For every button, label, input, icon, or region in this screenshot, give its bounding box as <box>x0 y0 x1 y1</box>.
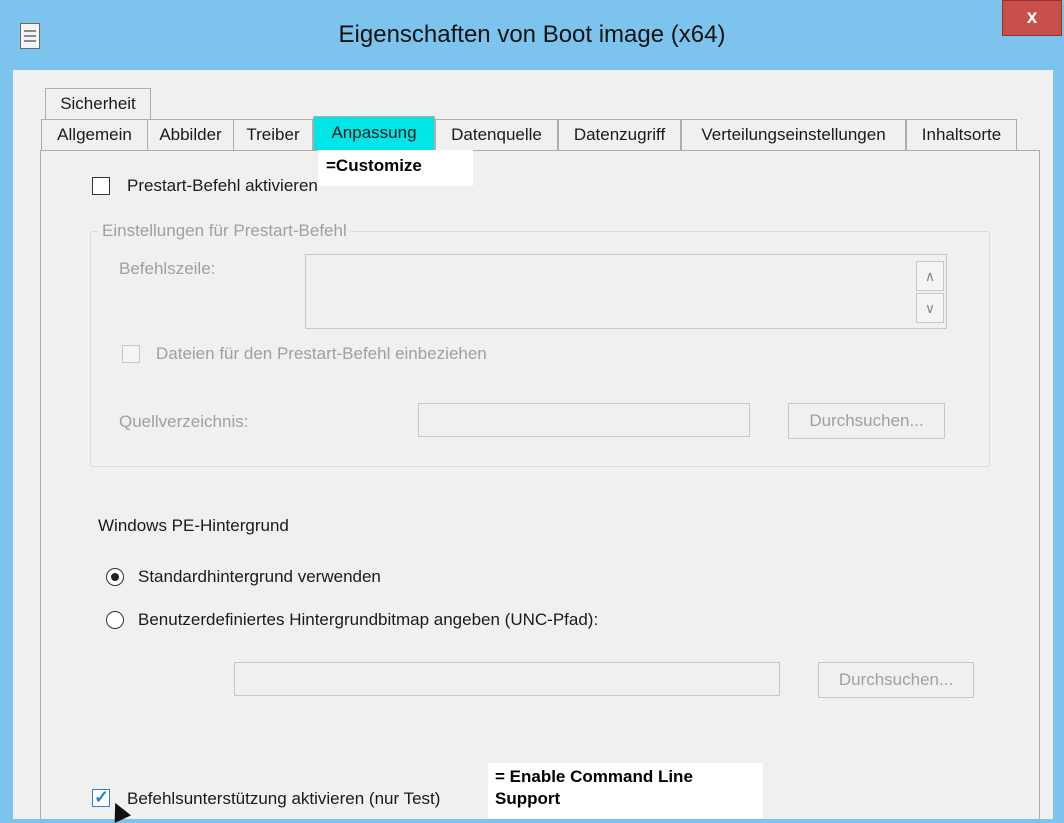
background-section-title: Windows PE-Hintergrund <box>98 516 289 535</box>
annotation-command-line-line1: = Enable Command Line <box>495 767 693 786</box>
tab-verteilungseinstellungen[interactable]: Verteilungseinstellungen <box>681 119 906 150</box>
tab-sicherheit[interactable]: Sicherheit <box>45 88 151 119</box>
tab-anpassung[interactable]: Anpassung <box>313 116 435 150</box>
include-files-label: Dateien für den Prestart-Befehl einbezie… <box>156 344 487 363</box>
tab-inhaltsorte[interactable]: Inhaltsorte <box>906 119 1017 150</box>
annotation-command-line: = Enable Command Line Support <box>488 763 763 819</box>
close-button[interactable]: x <box>1002 0 1062 36</box>
prestart-browse-button[interactable]: Durchsuchen... <box>788 403 945 439</box>
tab-datenquelle[interactable]: Datenquelle <box>435 119 558 150</box>
custom-background-radio[interactable] <box>106 611 124 629</box>
source-dir-label: Quellverzeichnis: <box>119 412 249 431</box>
prestart-settings-group-title: Einstellungen für Prestart-Befehl <box>99 221 350 241</box>
scroll-down-button[interactable]: ∨ <box>916 293 944 323</box>
tab-datenzugriff[interactable]: Datenzugriff <box>558 119 681 150</box>
background-path-input[interactable] <box>234 662 780 696</box>
background-browse-button[interactable]: Durchsuchen... <box>818 662 974 698</box>
custom-background-label: Benutzerdefiniertes Hintergrundbitmap an… <box>138 610 599 629</box>
default-background-label: Standardhintergrund verwenden <box>138 567 381 586</box>
tab-treiber[interactable]: Treiber <box>233 119 313 150</box>
scroll-up-button[interactable]: ∧ <box>916 261 944 291</box>
annotation-customize: =Customize <box>318 150 473 186</box>
tab-abbilder[interactable]: Abbilder <box>147 119 234 150</box>
dialog-client: Sicherheit Allgemein Abbilder Treiber An… <box>13 70 1053 819</box>
command-support-label: Befehlsunterstützung aktivieren (nur Tes… <box>127 789 441 808</box>
prestart-enable-label: Prestart-Befehl aktivieren <box>127 176 318 195</box>
source-dir-input[interactable] <box>418 403 750 437</box>
command-support-checkbox[interactable]: ✓ <box>92 787 110 807</box>
check-icon: ✓ <box>94 787 110 807</box>
window-title: Eigenschaften von Boot image (x64) <box>338 21 726 48</box>
title-bar: Eigenschaften von Boot image (x64) x <box>0 0 1064 70</box>
command-line-input[interactable] <box>305 254 947 329</box>
command-line-label: Befehlszeile: <box>119 259 216 278</box>
annotation-command-line-line2: Support <box>495 789 561 808</box>
include-files-checkbox[interactable] <box>122 345 140 363</box>
prestart-enable-checkbox[interactable] <box>92 177 110 195</box>
default-background-radio[interactable] <box>106 568 124 586</box>
tab-allgemein[interactable]: Allgemein <box>41 119 148 150</box>
radio-selected-dot <box>111 573 119 581</box>
